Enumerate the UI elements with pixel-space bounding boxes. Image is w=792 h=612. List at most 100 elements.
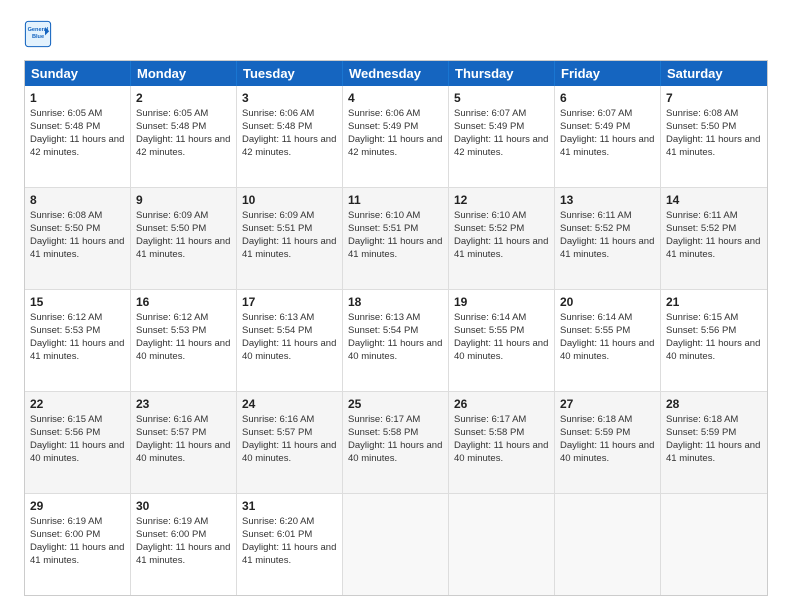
cal-row-2: 15 Sunrise: 6:12 AM Sunset: 5:53 PM Dayl…: [25, 290, 767, 392]
day-cell-4: 4 Sunrise: 6:06 AM Sunset: 5:49 PM Dayli…: [343, 86, 449, 187]
day-cell-12: 12 Sunrise: 6:10 AM Sunset: 5:52 PM Dayl…: [449, 188, 555, 289]
daylight-text: Daylight: 11 hours and 40 minutes.: [454, 440, 548, 464]
daylight-text: Daylight: 11 hours and 41 minutes.: [666, 440, 760, 464]
sunrise-text: Sunrise: 6:06 AM: [348, 108, 420, 119]
calendar-body: 1 Sunrise: 6:05 AM Sunset: 5:48 PM Dayli…: [25, 86, 767, 595]
day-cell-9: 9 Sunrise: 6:09 AM Sunset: 5:50 PM Dayli…: [131, 188, 237, 289]
sunset-text: Sunset: 5:55 PM: [560, 325, 630, 336]
daylight-text: Daylight: 11 hours and 40 minutes.: [136, 440, 230, 464]
day-number: 9: [136, 192, 231, 208]
weekday-header-friday: Friday: [555, 61, 661, 86]
day-number: 5: [454, 90, 549, 106]
sunset-text: Sunset: 5:59 PM: [560, 427, 630, 438]
day-number: 11: [348, 192, 443, 208]
day-number: 28: [666, 396, 762, 412]
day-number: 23: [136, 396, 231, 412]
daylight-text: Daylight: 11 hours and 40 minutes.: [242, 440, 336, 464]
daylight-text: Daylight: 11 hours and 40 minutes.: [348, 440, 442, 464]
weekday-header-saturday: Saturday: [661, 61, 767, 86]
day-number: 25: [348, 396, 443, 412]
daylight-text: Daylight: 11 hours and 41 minutes.: [30, 542, 124, 566]
sunset-text: Sunset: 5:49 PM: [560, 121, 630, 132]
sunset-text: Sunset: 5:54 PM: [348, 325, 418, 336]
sunrise-text: Sunrise: 6:09 AM: [136, 210, 208, 221]
sunset-text: Sunset: 5:49 PM: [454, 121, 524, 132]
day-number: 18: [348, 294, 443, 310]
day-cell-24: 24 Sunrise: 6:16 AM Sunset: 5:57 PM Dayl…: [237, 392, 343, 493]
sunrise-text: Sunrise: 6:05 AM: [30, 108, 102, 119]
sunrise-text: Sunrise: 6:18 AM: [666, 414, 738, 425]
sunrise-text: Sunrise: 6:10 AM: [348, 210, 420, 221]
sunset-text: Sunset: 6:00 PM: [30, 529, 100, 540]
day-cell-27: 27 Sunrise: 6:18 AM Sunset: 5:59 PM Dayl…: [555, 392, 661, 493]
sunrise-text: Sunrise: 6:16 AM: [242, 414, 314, 425]
day-number: 2: [136, 90, 231, 106]
daylight-text: Daylight: 11 hours and 41 minutes.: [136, 236, 230, 260]
day-cell-5: 5 Sunrise: 6:07 AM Sunset: 5:49 PM Dayli…: [449, 86, 555, 187]
sunset-text: Sunset: 5:52 PM: [560, 223, 630, 234]
day-cell-17: 17 Sunrise: 6:13 AM Sunset: 5:54 PM Dayl…: [237, 290, 343, 391]
sunrise-text: Sunrise: 6:08 AM: [666, 108, 738, 119]
sunrise-text: Sunrise: 6:12 AM: [30, 312, 102, 323]
day-cell-16: 16 Sunrise: 6:12 AM Sunset: 5:53 PM Dayl…: [131, 290, 237, 391]
day-number: 13: [560, 192, 655, 208]
sunrise-text: Sunrise: 6:18 AM: [560, 414, 632, 425]
daylight-text: Daylight: 11 hours and 41 minutes.: [30, 236, 124, 260]
sunset-text: Sunset: 5:59 PM: [666, 427, 736, 438]
sunset-text: Sunset: 5:53 PM: [30, 325, 100, 336]
day-number: 16: [136, 294, 231, 310]
sunrise-text: Sunrise: 6:17 AM: [454, 414, 526, 425]
sunrise-text: Sunrise: 6:15 AM: [666, 312, 738, 323]
logo: General Blue: [24, 20, 52, 48]
empty-cell: [343, 494, 449, 595]
day-cell-19: 19 Sunrise: 6:14 AM Sunset: 5:55 PM Dayl…: [449, 290, 555, 391]
day-number: 14: [666, 192, 762, 208]
day-number: 30: [136, 498, 231, 514]
empty-cell: [449, 494, 555, 595]
sunrise-text: Sunrise: 6:12 AM: [136, 312, 208, 323]
day-number: 17: [242, 294, 337, 310]
daylight-text: Daylight: 11 hours and 40 minutes.: [136, 338, 230, 362]
day-cell-14: 14 Sunrise: 6:11 AM Sunset: 5:52 PM Dayl…: [661, 188, 767, 289]
sunset-text: Sunset: 5:58 PM: [454, 427, 524, 438]
day-number: 20: [560, 294, 655, 310]
day-number: 31: [242, 498, 337, 514]
sunrise-text: Sunrise: 6:10 AM: [454, 210, 526, 221]
day-number: 3: [242, 90, 337, 106]
day-number: 29: [30, 498, 125, 514]
daylight-text: Daylight: 11 hours and 42 minutes.: [242, 134, 336, 158]
cal-row-4: 29 Sunrise: 6:19 AM Sunset: 6:00 PM Dayl…: [25, 494, 767, 595]
day-cell-20: 20 Sunrise: 6:14 AM Sunset: 5:55 PM Dayl…: [555, 290, 661, 391]
weekday-header-tuesday: Tuesday: [237, 61, 343, 86]
logo-icon: General Blue: [24, 20, 52, 48]
sunset-text: Sunset: 5:56 PM: [30, 427, 100, 438]
sunrise-text: Sunrise: 6:06 AM: [242, 108, 314, 119]
day-cell-3: 3 Sunrise: 6:06 AM Sunset: 5:48 PM Dayli…: [237, 86, 343, 187]
sunset-text: Sunset: 5:52 PM: [454, 223, 524, 234]
daylight-text: Daylight: 11 hours and 40 minutes.: [560, 440, 654, 464]
page: General Blue SundayMondayTuesdayWednesda…: [0, 0, 792, 612]
daylight-text: Daylight: 11 hours and 40 minutes.: [30, 440, 124, 464]
day-cell-26: 26 Sunrise: 6:17 AM Sunset: 5:58 PM Dayl…: [449, 392, 555, 493]
empty-cell: [661, 494, 767, 595]
daylight-text: Daylight: 11 hours and 41 minutes.: [242, 542, 336, 566]
sunset-text: Sunset: 5:55 PM: [454, 325, 524, 336]
sunset-text: Sunset: 5:51 PM: [348, 223, 418, 234]
daylight-text: Daylight: 11 hours and 42 minutes.: [348, 134, 442, 158]
sunrise-text: Sunrise: 6:05 AM: [136, 108, 208, 119]
day-number: 6: [560, 90, 655, 106]
day-number: 22: [30, 396, 125, 412]
cal-row-3: 22 Sunrise: 6:15 AM Sunset: 5:56 PM Dayl…: [25, 392, 767, 494]
daylight-text: Daylight: 11 hours and 41 minutes.: [136, 542, 230, 566]
sunset-text: Sunset: 5:53 PM: [136, 325, 206, 336]
day-number: 19: [454, 294, 549, 310]
daylight-text: Daylight: 11 hours and 41 minutes.: [242, 236, 336, 260]
sunrise-text: Sunrise: 6:19 AM: [30, 516, 102, 527]
sunset-text: Sunset: 5:50 PM: [30, 223, 100, 234]
sunrise-text: Sunrise: 6:15 AM: [30, 414, 102, 425]
sunrise-text: Sunrise: 6:13 AM: [242, 312, 314, 323]
calendar: SundayMondayTuesdayWednesdayThursdayFrid…: [24, 60, 768, 596]
daylight-text: Daylight: 11 hours and 41 minutes.: [454, 236, 548, 260]
day-cell-22: 22 Sunrise: 6:15 AM Sunset: 5:56 PM Dayl…: [25, 392, 131, 493]
daylight-text: Daylight: 11 hours and 41 minutes.: [666, 134, 760, 158]
